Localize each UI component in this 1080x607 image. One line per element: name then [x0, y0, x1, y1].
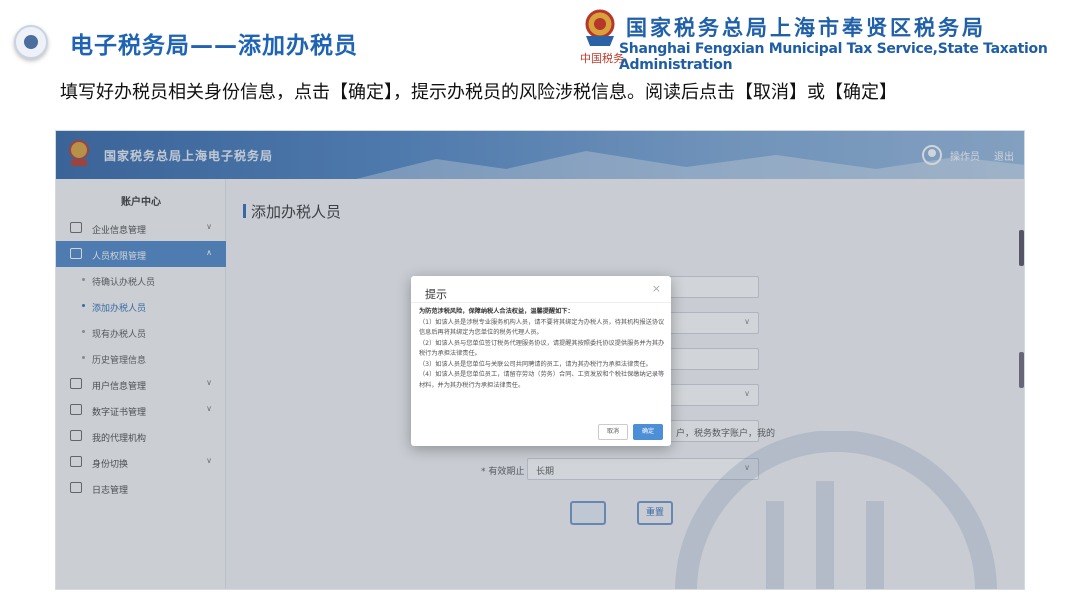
- logo-english-name: Shanghai Fengxian Municipal Tax Service,…: [619, 41, 1048, 73]
- ok-button[interactable]: 确定: [633, 424, 663, 440]
- risk-notice-dialog: 提示 × 为防范涉税风险，保障纳税人合法权益，温馨提醒如下： （1）如该人员是涉…: [411, 276, 671, 446]
- dialog-lead: 为防范涉税风险，保障纳税人合法权益，温馨提醒如下：: [419, 308, 574, 315]
- logo-seal-text: 中国税务: [580, 52, 624, 65]
- dialog-paragraph-1: （1）如该人员是涉税专业服务机构人员，请不要将其绑定为办税人员，待其机构报送协议…: [419, 318, 665, 337]
- close-icon[interactable]: ×: [652, 282, 661, 295]
- bullet-circle-icon: [14, 25, 48, 59]
- dialog-paragraph-4: （4）如该人员是您单位员工，请留存劳动（劳务）合同、工资发放和个税社保缴纳记录等…: [419, 371, 665, 389]
- dialog-paragraph-2: （2）如该人员与您单位签订税务代理服务协议，请提醒其按照委托协议提供服务并为其办…: [419, 339, 665, 358]
- tax-emblem-icon: [585, 9, 615, 46]
- slide: 电子税务局——添加办税员 国家税务总局上海市奉贤区税务局 Shanghai Fe…: [0, 0, 1080, 607]
- app-screenshot: 国家税务总局上海电子税务局 操作员 退出 账户中心 企业信息管理 ∨ 人员权限管…: [55, 130, 1025, 590]
- logo-chinese-name: 国家税务总局上海市奉贤区税务局: [626, 16, 986, 40]
- slide-title: 电子税务局——添加办税员: [70, 33, 358, 59]
- dialog-body: 为防范涉税风险，保障纳税人合法权益，温馨提醒如下： （1）如该人员是涉税专业服务…: [419, 307, 665, 391]
- dialog-title: 提示: [425, 288, 447, 301]
- instruction-text: 填写好办税员相关身份信息，点击【确定】，提示办税员的风险涉税信息。阅读后点击【取…: [60, 82, 897, 103]
- scroll-indicator: [1019, 352, 1024, 388]
- cancel-button[interactable]: 取消: [598, 424, 628, 440]
- dialog-divider: [411, 302, 671, 303]
- scroll-indicator: [1019, 230, 1024, 266]
- dialog-paragraph-3: （3）如该人员是您单位与关联公司共同聘请的员工，请为其办税行为承担法律责任。: [419, 360, 652, 368]
